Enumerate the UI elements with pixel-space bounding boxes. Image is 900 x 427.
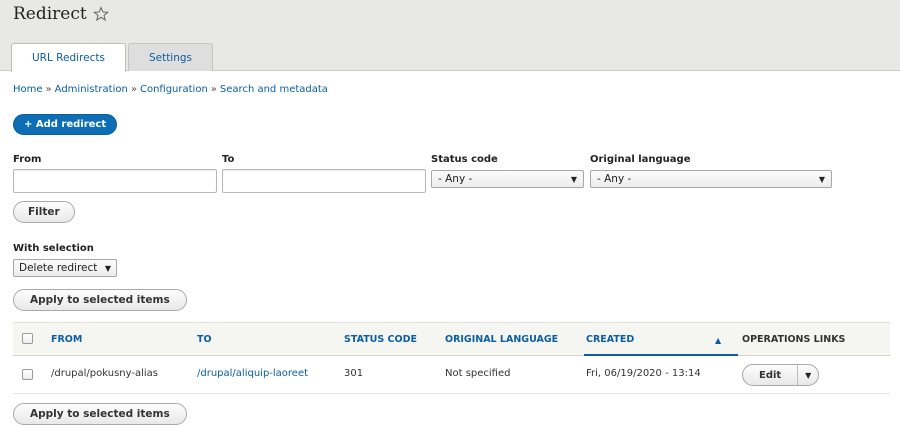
chevron-down-icon: ▼ — [104, 263, 111, 273]
header-original-language[interactable]: ORIGINAL LANGUAGE — [445, 334, 558, 345]
status-code-value: - Any - — [438, 173, 473, 185]
table-header: FROM TO STATUS CODE ORIGINAL LANGUAGE CR… — [13, 322, 890, 356]
breadcrumb: Home» Administration» Configuration» Search… — [13, 84, 328, 95]
header-operations-links: OPERATIONS LINKS — [742, 334, 846, 345]
from-label: From — [13, 154, 42, 165]
table-row: /drupal/pokusny-alias /drupal/aliquip-la… — [13, 356, 890, 394]
sort-ascending-icon: ▲ — [715, 336, 722, 345]
edit-button[interactable]: Edit — [743, 365, 799, 385]
breadcrumb-separator: » — [210, 84, 217, 95]
breadcrumb-home[interactable]: Home — [13, 84, 43, 95]
primary-tabs: URL Redirects Settings — [11, 43, 214, 72]
apply-selected-button-bottom[interactable]: Apply to selected items — [13, 403, 187, 425]
breadcrumb-separator: » — [130, 84, 137, 95]
select-all-checkbox[interactable] — [22, 333, 33, 344]
apply-selected-button-top[interactable]: Apply to selected items — [13, 289, 187, 311]
with-selection-label: With selection — [13, 243, 94, 254]
chevron-down-icon: ▼ — [818, 174, 825, 184]
star-icon[interactable] — [92, 6, 109, 22]
breadcrumb-administration[interactable]: Administration — [55, 84, 128, 95]
original-language-select[interactable]: - Any - ▼ — [590, 170, 832, 188]
breadcrumb-separator: » — [45, 84, 52, 95]
original-language-label: Original language — [590, 154, 691, 165]
row-to-link[interactable]: /drupal/aliquip-laoreet — [197, 368, 308, 379]
row-status-code: 301 — [344, 368, 364, 379]
bulk-action-value: Delete redirect — [19, 262, 98, 274]
tab-url-redirects[interactable]: URL Redirects — [11, 43, 126, 72]
header-from[interactable]: FROM — [51, 334, 82, 345]
from-input[interactable] — [13, 169, 217, 193]
row-from: /drupal/pokusny-alias — [51, 368, 158, 379]
header-to[interactable]: TO — [197, 334, 212, 345]
to-input[interactable] — [222, 169, 426, 193]
original-language-value: - Any - — [597, 173, 632, 185]
to-label: To — [222, 154, 235, 165]
page-title-text: Redirect — [13, 4, 87, 24]
row-original-language: Not specified — [445, 368, 511, 379]
breadcrumb-search-metadata[interactable]: Search and metadata — [220, 84, 328, 95]
chevron-down-icon: ▼ — [570, 174, 577, 184]
breadcrumb-configuration[interactable]: Configuration — [140, 84, 208, 95]
chevron-down-icon[interactable]: ▼ — [798, 365, 818, 385]
tab-settings[interactable]: Settings — [127, 43, 214, 71]
header-created[interactable]: CREATED — [586, 334, 634, 345]
operations-dropbutton: Edit ▼ — [742, 364, 820, 386]
bulk-action-select[interactable]: Delete redirect ▼ — [13, 259, 117, 277]
row-created: Fri, 06/19/2020 - 13:14 — [586, 368, 701, 379]
page-title: Redirect — [13, 4, 109, 24]
status-code-select[interactable]: - Any - ▼ — [431, 170, 584, 188]
page-header: Redirect URL Redirects Settings — [0, 0, 900, 72]
row-checkbox[interactable] — [22, 369, 33, 380]
header-status-code[interactable]: STATUS CODE — [344, 334, 417, 345]
status-code-label: Status code — [431, 154, 498, 165]
redirects-table: FROM TO STATUS CODE ORIGINAL LANGUAGE CR… — [13, 322, 890, 394]
filter-button[interactable]: Filter — [13, 201, 75, 223]
add-redirect-button[interactable]: + Add redirect — [13, 114, 118, 135]
